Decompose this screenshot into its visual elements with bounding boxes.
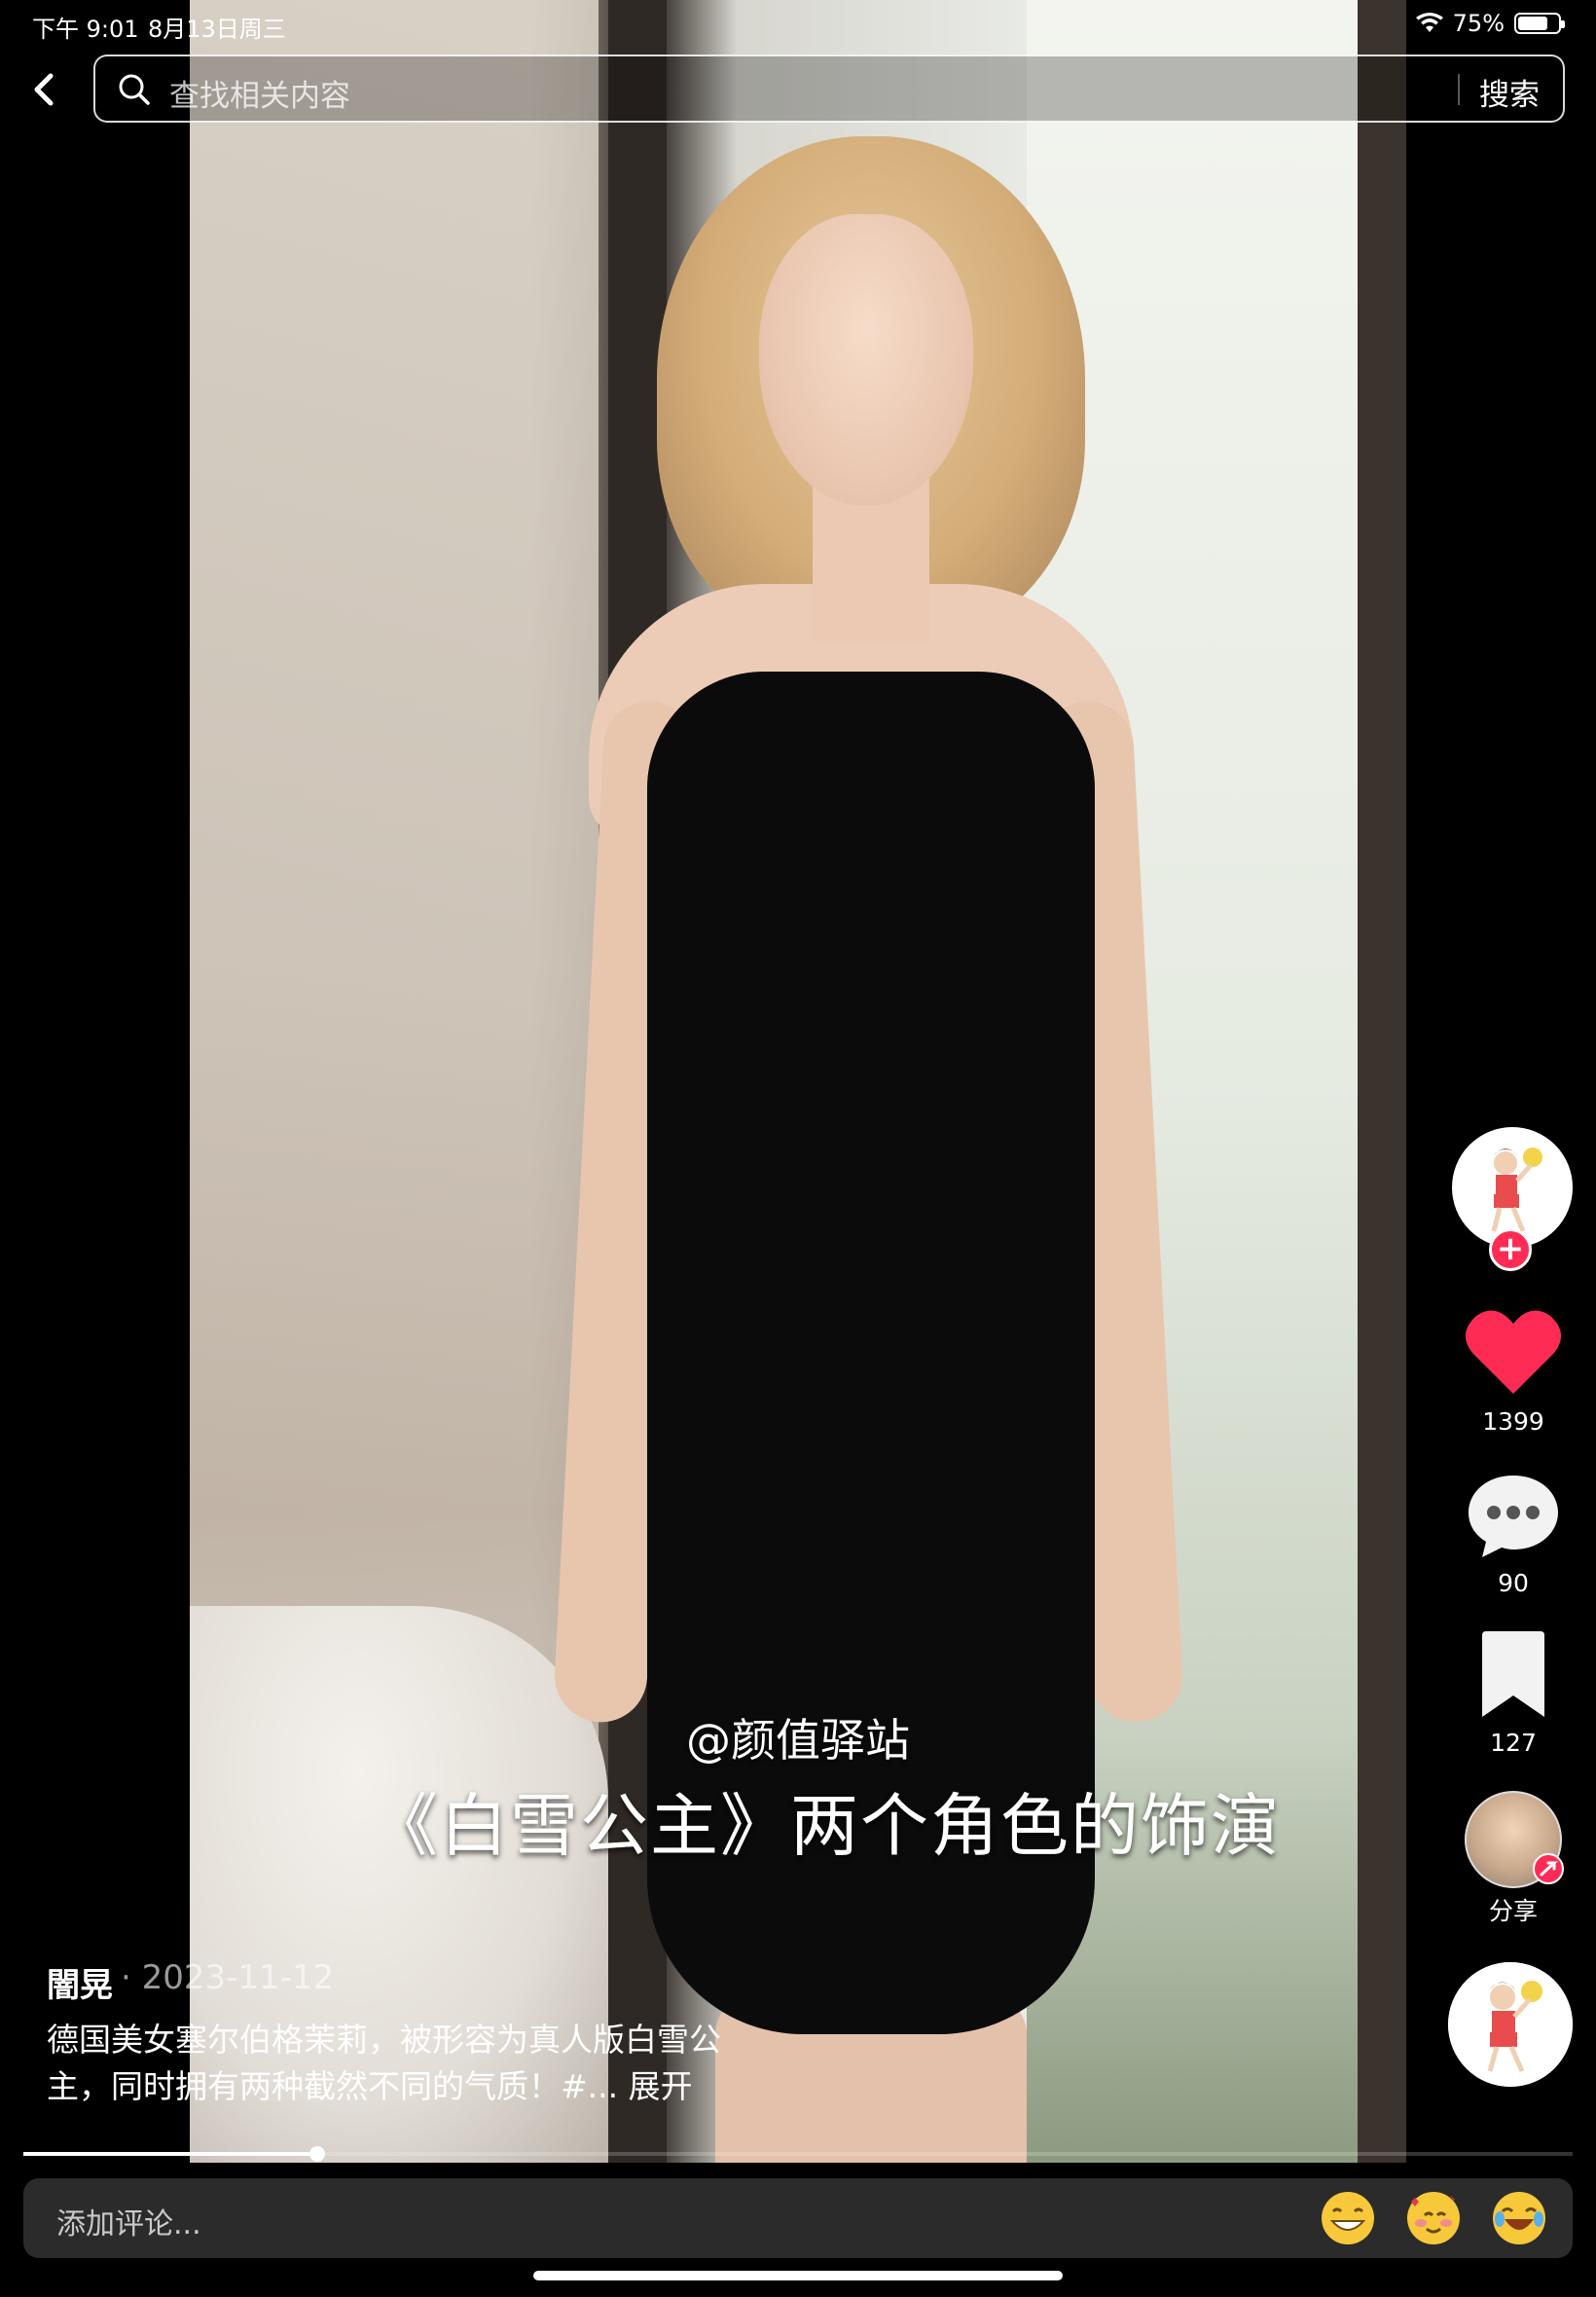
progress-played xyxy=(23,2152,317,2156)
music-disc-illustration xyxy=(1448,1962,1573,2087)
expand-link[interactable]: 展开 xyxy=(629,2067,693,2105)
comment-icon xyxy=(1469,1476,1558,1557)
face xyxy=(759,214,973,506)
laugh-emoji-icon[interactable] xyxy=(1491,2190,1547,2246)
search-input[interactable]: 查找相关内容 xyxy=(169,71,350,115)
share-label: 分享 xyxy=(1488,1897,1538,1925)
comment-input[interactable]: 添加评论... xyxy=(23,2178,1573,2258)
status-bar: 下午 9:01 8月13日周三 75% xyxy=(0,0,1596,47)
share-arrow-glyph xyxy=(1540,1861,1558,1877)
like-button[interactable]: 1399 xyxy=(1440,1306,1586,1436)
author-name[interactable]: 闇晃 xyxy=(47,1958,113,2006)
video-subtitle: 《白雪公主》两个角色的饰演 xyxy=(370,1786,1281,1866)
favorite-count: 127 xyxy=(1490,1729,1537,1757)
battery-percent: 75% xyxy=(1452,10,1505,37)
search-button[interactable]: 搜索 xyxy=(1479,70,1540,114)
heart-icon xyxy=(1465,1310,1562,1394)
favorite-button[interactable]: 127 xyxy=(1440,1629,1586,1757)
comment-placeholder: 添加评论... xyxy=(56,2207,201,2242)
comment-count: 90 xyxy=(1498,1569,1529,1597)
back-arrow-icon[interactable] xyxy=(25,66,64,113)
video-progress-bar[interactable] xyxy=(23,2146,1573,2162)
share-icon xyxy=(1533,1853,1564,1884)
battery-icon xyxy=(1514,13,1565,34)
status-date: 8月13日周三 xyxy=(148,16,286,43)
heart-eyes-emoji-icon[interactable] xyxy=(1405,2190,1462,2246)
video-watermark-tag: @颜值驿站 xyxy=(686,1714,910,1767)
wifi-icon xyxy=(1415,13,1443,32)
share-avatar xyxy=(1465,1791,1564,1888)
comment-button[interactable]: 90 xyxy=(1440,1470,1586,1597)
grin-emoji-icon[interactable] xyxy=(1320,2190,1376,2246)
bookmark-icon xyxy=(1482,1631,1544,1717)
music-disc[interactable] xyxy=(1448,1962,1573,2087)
progress-handle[interactable] xyxy=(309,2146,325,2162)
search-icon xyxy=(119,74,150,105)
home-indicator[interactable] xyxy=(533,2271,1063,2280)
search-bar[interactable]: 查找相关内容 搜索 xyxy=(93,55,1565,123)
like-count: 1399 xyxy=(1482,1407,1544,1436)
description-text: 德国美女塞尔伯格茉莉，被形容为真人版白雪公主，同时拥有两种截然不同的气质！#..… xyxy=(47,2021,721,2105)
post-description: 德国美女塞尔伯格茉莉，被形容为真人版白雪公主，同时拥有两种截然不同的气质！#..… xyxy=(47,2017,747,2110)
search-divider xyxy=(1458,74,1460,105)
battery-fill xyxy=(1518,17,1547,30)
post-date: · 2023-11-12 xyxy=(121,1958,335,1997)
follow-plus-icon[interactable]: + xyxy=(1489,1228,1532,1271)
share-button[interactable]: 分享 xyxy=(1440,1791,1586,1927)
status-time: 下午 9:01 xyxy=(32,16,139,43)
status-right: 75% xyxy=(1415,10,1565,37)
